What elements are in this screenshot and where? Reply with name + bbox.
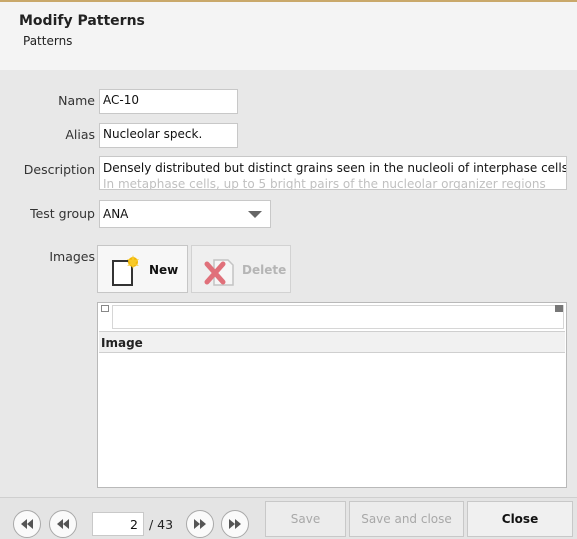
test-group-select[interactable]: ANA — [99, 200, 271, 228]
test-group-label: Test group — [30, 206, 95, 221]
page-number-input[interactable]: 2 — [92, 512, 144, 536]
alias-field[interactable]: Nucleolar speck. — [99, 123, 238, 148]
images-label: Images — [49, 249, 95, 264]
new-button-label: New — [149, 263, 179, 277]
grid-menu-icon[interactable] — [101, 305, 109, 312]
delete-button-label: Delete — [242, 263, 287, 277]
chevron-left-icon — [57, 519, 69, 529]
new-document-icon — [110, 255, 146, 290]
page-total: / 43 — [149, 517, 174, 532]
column-header-image[interactable]: Image — [99, 331, 565, 353]
double-chevron-left-icon — [21, 519, 33, 529]
grid-options-icon[interactable] — [555, 305, 563, 312]
new-image-button[interactable]: New — [97, 245, 188, 293]
double-chevron-right-icon — [229, 519, 241, 529]
description-text-line-2: In metaphase cells, up to 5 bright pairs… — [103, 177, 546, 190]
next-page-button[interactable] — [186, 510, 214, 538]
chevron-right-icon — [194, 519, 206, 529]
grid-filter-input[interactable] — [112, 305, 564, 329]
description-field[interactable]: Densely distributed but distinct grains … — [99, 156, 567, 190]
dialog-header: Modify Patterns Patterns — [0, 2, 577, 70]
save-and-close-button[interactable]: Save and close — [349, 501, 464, 537]
name-label: Name — [58, 93, 95, 108]
test-group-value: ANA — [103, 207, 129, 221]
delete-image-button[interactable]: Delete — [191, 245, 291, 293]
save-button[interactable]: Save — [265, 501, 346, 537]
delete-document-icon — [204, 255, 238, 290]
alias-label: Alias — [65, 127, 95, 142]
description-text-line-1: Densely distributed but distinct grains … — [103, 161, 567, 175]
footer-bar: 2 / 43 Save Save and close Close — [0, 497, 577, 539]
close-button[interactable]: Close — [467, 501, 573, 537]
description-label: Description — [23, 162, 95, 177]
first-page-button[interactable] — [13, 510, 41, 538]
last-page-button[interactable] — [221, 510, 249, 538]
previous-page-button[interactable] — [49, 510, 77, 538]
images-grid[interactable]: Image — [97, 302, 567, 488]
dialog-subtitle: Patterns — [23, 34, 73, 48]
dropdown-arrow-icon[interactable] — [248, 211, 262, 218]
dialog-title: Modify Patterns — [19, 13, 145, 29]
name-field[interactable]: AC-10 — [99, 89, 238, 114]
